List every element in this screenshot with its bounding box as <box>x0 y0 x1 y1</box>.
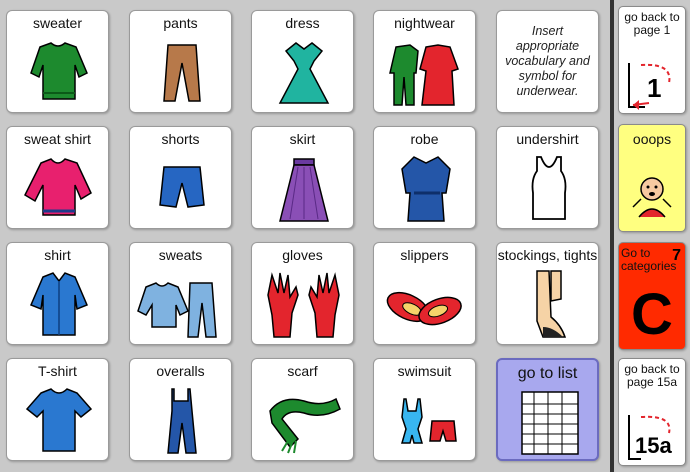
swimsuit-icon <box>401 398 457 444</box>
cell-label: go to list <box>517 365 578 382</box>
shorts-icon <box>159 166 205 208</box>
cell-label: swimsuit <box>397 363 452 379</box>
cell-label: stockings, tights <box>497 247 598 263</box>
list-icon <box>521 391 579 455</box>
cell-label: overalls <box>156 363 205 379</box>
cell-dress[interactable]: dress <box>251 10 354 113</box>
overalls-icon <box>167 388 197 454</box>
cell-stockings-tights[interactable]: stockings, tights <box>496 242 599 345</box>
cell-label: skirt <box>289 131 316 147</box>
page-back-icon: 1 <box>628 63 671 110</box>
cell-robe[interactable]: robe <box>373 126 476 229</box>
go-to-list-button[interactable]: go to list <box>496 358 599 461</box>
go-back-page-15a-button[interactable]: go back to page 15a 15a <box>618 358 686 466</box>
cell-label: gloves <box>282 247 323 263</box>
cell-label: slippers <box>400 247 449 263</box>
cell-label: dress <box>285 15 320 31</box>
navigation-sidebar: go back to page 1 1 ooops Go to categori… <box>614 0 690 472</box>
cell-label: sweat shirt <box>24 131 91 147</box>
nav-label: Go to categories <box>621 246 677 273</box>
cell-underwear-note: Insert appropriate vocabulary and symbol… <box>496 10 599 113</box>
robe-icon <box>401 156 451 222</box>
go-back-page-1-button[interactable]: go back to page 1 1 <box>618 6 686 114</box>
page-number: 1 <box>647 73 661 103</box>
page-number: 15a <box>635 433 672 458</box>
cell-sweater[interactable]: sweater <box>6 10 109 113</box>
cell-sweats[interactable]: sweats <box>129 242 232 345</box>
ooops-button[interactable]: ooops <box>618 124 686 232</box>
instruction-note: Insert appropriate vocabulary and symbol… <box>505 24 590 98</box>
nav-label: go back to page 15a <box>624 362 680 389</box>
sweatshirt-icon <box>24 158 92 216</box>
cell-overalls[interactable]: overalls <box>129 358 232 461</box>
cell-nightwear[interactable]: nightwear <box>373 10 476 113</box>
cell-label: undershirt <box>516 131 579 147</box>
cell-label: scarf <box>287 363 318 379</box>
page-back-icon: 15a <box>628 415 672 460</box>
scarf-icon <box>269 397 341 454</box>
cell-sweat-shirt[interactable]: sweat shirt <box>6 126 109 229</box>
undershirt-icon <box>531 156 567 220</box>
dress-icon <box>278 42 330 104</box>
cell-swimsuit[interactable]: swimsuit <box>373 358 476 461</box>
tshirt-icon <box>25 388 93 452</box>
nav-label: go back to page 1 <box>624 10 680 37</box>
cell-t-shirt[interactable]: T-shirt <box>6 358 109 461</box>
cell-label: sweater <box>32 15 83 31</box>
sweats-icon <box>137 282 217 338</box>
gloves-icon <box>267 272 340 338</box>
pants-icon <box>163 44 201 102</box>
go-to-categories-button[interactable]: Go to categories 7 C <box>618 242 686 350</box>
vocabulary-grid: sweater pants dress nightwear Insert app… <box>0 0 610 472</box>
cell-label: shorts <box>161 131 200 147</box>
oops-face-icon <box>632 177 672 218</box>
nightwear-icon <box>389 44 459 106</box>
category-number: 7 <box>672 247 681 264</box>
cell-label: robe <box>410 131 439 147</box>
cell-label: T-shirt <box>38 363 77 379</box>
cell-skirt[interactable]: skirt <box>251 126 354 229</box>
slippers-icon <box>386 291 462 326</box>
skirt-icon <box>279 158 329 222</box>
category-letter: C <box>631 282 673 347</box>
cell-label: pants <box>163 15 198 31</box>
cell-label: sweats <box>158 247 203 263</box>
stockings-icon <box>536 270 567 338</box>
cell-shirt[interactable]: shirt <box>6 242 109 345</box>
cell-shorts[interactable]: shorts <box>129 126 232 229</box>
cell-scarf[interactable]: scarf <box>251 358 354 461</box>
cell-pants[interactable]: pants <box>129 10 232 113</box>
cell-label: nightwear <box>394 15 455 31</box>
nav-label: ooops <box>632 131 672 147</box>
sweater-icon <box>30 42 88 100</box>
cell-slippers[interactable]: slippers <box>373 242 476 345</box>
cell-undershirt[interactable]: undershirt <box>496 126 599 229</box>
shirt-icon <box>30 272 88 336</box>
cell-label: shirt <box>44 247 71 263</box>
cell-gloves[interactable]: gloves <box>251 242 354 345</box>
